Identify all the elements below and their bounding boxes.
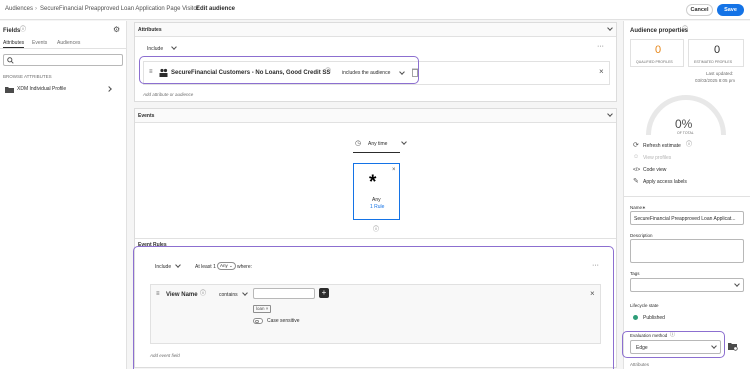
- breadcrumb-segment[interactable]: SecureFinancial Preapproved Loan Applica…: [40, 6, 199, 12]
- tree-item-xdm-profile[interactable]: XDM Individual Profile: [0, 83, 126, 97]
- lifecycle-value: Published: [643, 315, 665, 321]
- attributes-label: Attributes: [630, 362, 650, 367]
- save-button[interactable]: Save: [717, 4, 744, 16]
- evaluation-highlight: [622, 331, 725, 358]
- refresh-icon: ⟳: [633, 142, 639, 149]
- tags-label: Tags: [630, 271, 640, 276]
- section-label: BROWSE ATTRIBUTES: [3, 74, 52, 79]
- estimated-profiles-label: ESTIMATED PROFILES: [694, 60, 733, 64]
- view-profiles-button[interactable]: View profiles: [643, 155, 671, 161]
- fields-title: Fields: [3, 28, 21, 34]
- close-icon[interactable]: ×: [392, 167, 396, 174]
- qualified-profiles-value: 0: [655, 44, 662, 56]
- qualified-profiles-label: QUALIFIED PROFILES: [636, 60, 673, 64]
- percent-gauge: [646, 95, 726, 135]
- tags-dropdown[interactable]: [630, 278, 744, 292]
- refresh-estimate-button[interactable]: Refresh estimate: [643, 143, 681, 149]
- status-dot-icon: [633, 315, 638, 320]
- chevron-down-icon: [171, 44, 177, 50]
- chevron-down-icon[interactable]: [607, 111, 613, 117]
- chevron-down-icon[interactable]: [607, 25, 613, 31]
- include-dropdown[interactable]: Include: [144, 43, 184, 54]
- name-field-value: SecureFinancial Preapproved Loan Applica…: [634, 216, 736, 222]
- info-icon[interactable]: ⓘ: [373, 227, 379, 234]
- qualified-profiles-box: 0 QUALIFIED PROFILES: [630, 39, 684, 67]
- time-label: Any time: [368, 141, 388, 147]
- lifecycle-label: Lifecycle state: [630, 303, 659, 308]
- top-bar: Audiences › SecureFinancial Preapproved …: [0, 0, 750, 20]
- chevron-down-icon: [401, 139, 407, 145]
- chevron-right-icon: [106, 86, 112, 92]
- clock-icon: ◷: [355, 140, 362, 147]
- percent-value: 0%: [675, 117, 693, 131]
- estimated-profiles-box: 0 ESTIMATED PROFILES: [688, 39, 744, 67]
- more-options-icon[interactable]: ···: [597, 43, 604, 50]
- attributes-header: Attributes: [135, 23, 616, 37]
- add-attribute-link[interactable]: Add attribute or audience: [143, 92, 193, 97]
- time-dropdown[interactable]: ◷ Any time: [353, 137, 410, 151]
- properties-title: Audience properties: [630, 28, 689, 34]
- info-icon[interactable]: ⓘ: [682, 27, 688, 34]
- percent-label: OF TOTAL: [677, 131, 694, 135]
- last-updated-value: 03/03/2025 8:05 pm: [695, 78, 736, 83]
- events-divider: [135, 238, 616, 239]
- breadcrumb-separator: ›: [190, 6, 192, 12]
- name-field[interactable]: SecureFinancial Preapproved Loan Applica…: [630, 211, 744, 225]
- properties-divider: [624, 196, 750, 197]
- last-updated-label: Last updated:: [706, 71, 734, 76]
- events-header: Events: [135, 109, 616, 123]
- close-icon[interactable]: ×: [599, 68, 604, 76]
- asterisk-icon: *: [369, 172, 377, 193]
- events-title: Events: [138, 113, 155, 119]
- info-icon[interactable]: ⓘ: [20, 27, 26, 34]
- tab-events[interactable]: Events: [32, 40, 47, 46]
- folder-settings-icon[interactable]: [728, 342, 738, 351]
- info-icon[interactable]: ⓘ: [686, 142, 692, 149]
- event-rules-highlight: [133, 246, 614, 369]
- description-label: Description: [630, 233, 653, 238]
- attributes-title: Attributes: [138, 27, 162, 33]
- name-label: Name: [630, 205, 643, 210]
- search-input[interactable]: [3, 54, 123, 66]
- profile-icon: ☺: [633, 154, 640, 160]
- code-view-button[interactable]: Code view: [643, 167, 666, 173]
- event-card-any[interactable]: × * Any 1 Rule: [353, 163, 400, 220]
- event-card-rule-link[interactable]: 1 Rule: [370, 204, 384, 210]
- tree-item-label: XDM Individual Profile: [17, 86, 67, 92]
- description-field[interactable]: [630, 239, 744, 263]
- chevron-down-icon: [734, 281, 740, 287]
- page-title: Edit audience: [196, 6, 236, 12]
- settings-icon[interactable]: ⚙: [113, 26, 120, 34]
- fields-panel: Fields ⓘ ⚙ Attributes Events Audiences B…: [0, 21, 127, 369]
- breadcrumb-separator: ›: [35, 6, 37, 12]
- time-underline: [353, 152, 400, 153]
- audience-properties-panel: Audience properties ⓘ 0 QUALIFIED PROFIL…: [622, 21, 750, 369]
- tab-attributes[interactable]: Attributes: [3, 40, 24, 46]
- estimated-profiles-value: 0: [714, 44, 721, 56]
- event-card-title: Any: [372, 197, 381, 203]
- rule-builder: Attributes Include ··· ≡ SecureFinancial…: [128, 21, 622, 369]
- apply-access-labels-button[interactable]: Apply access labels: [643, 179, 687, 185]
- attribute-highlight: [139, 56, 419, 84]
- cancel-button[interactable]: Cancel: [686, 4, 713, 16]
- search-icon: [7, 57, 14, 64]
- tab-audiences[interactable]: Audiences: [57, 40, 80, 46]
- code-icon: </>: [633, 167, 641, 173]
- include-label: Include: [147, 46, 164, 52]
- tabs-divider: [0, 48, 126, 49]
- breadcrumb-audiences[interactable]: Audiences: [5, 6, 33, 12]
- folder-icon: [5, 87, 14, 93]
- label-icon: ✎: [633, 178, 639, 185]
